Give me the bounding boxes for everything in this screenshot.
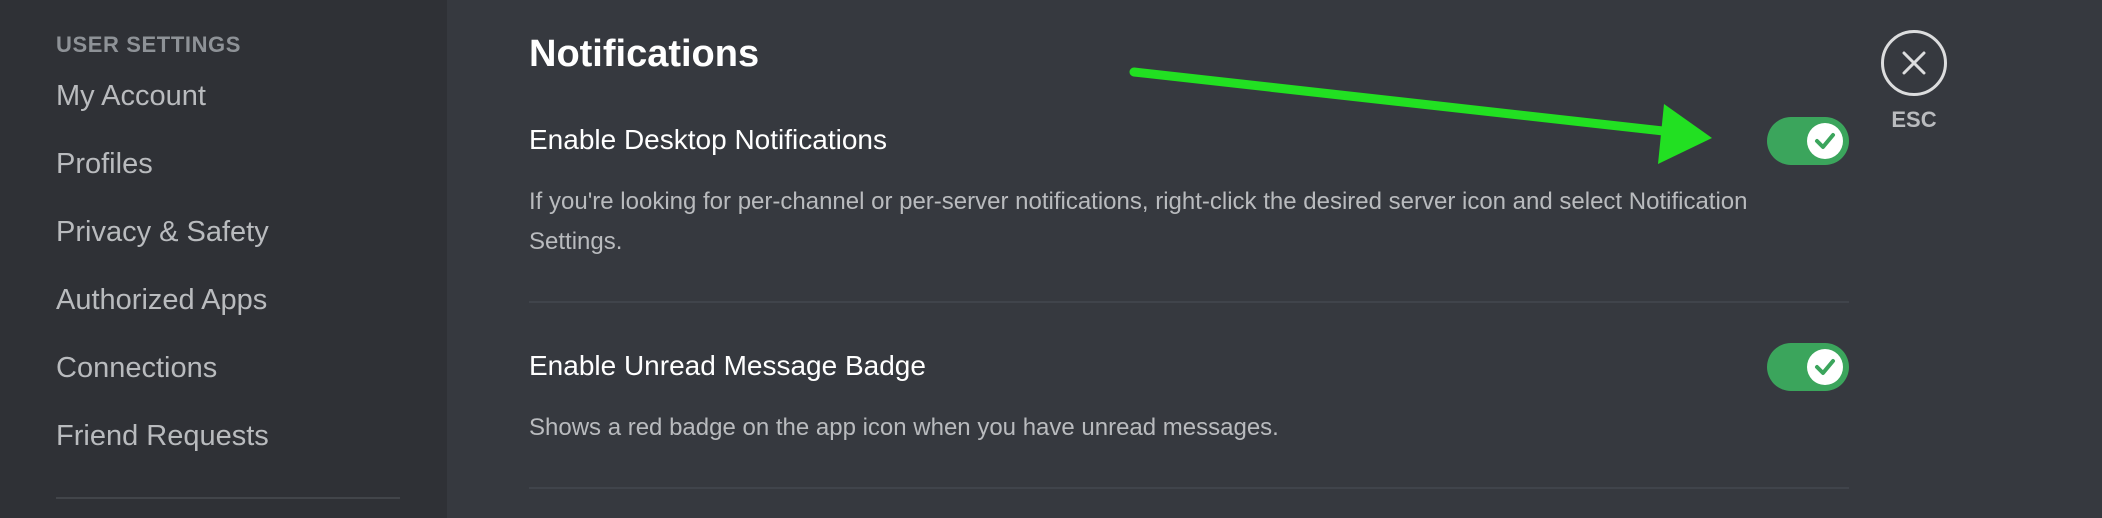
sidebar-divider — [56, 497, 400, 499]
desktop-notifications-description: If you're looking for per-channel or per… — [529, 188, 1748, 255]
setting-divider — [529, 487, 1849, 489]
sidebar-header: USER SETTINGS — [56, 32, 242, 57]
sidebar-item-authorized-apps[interactable]: Authorized Apps — [56, 278, 447, 346]
settings-content: Notifications Enable Desktop Notificatio… — [447, 0, 2102, 518]
esc-label: ESC — [1891, 107, 1937, 132]
unread-badge-description: Shows a red badge on the app icon when y… — [529, 414, 1279, 441]
sidebar-item-profiles[interactable]: Profiles — [56, 142, 447, 210]
sidebar-item-friend-requests[interactable]: Friend Requests — [56, 414, 447, 482]
checkmark-icon — [1815, 133, 1835, 149]
toggle-knob — [1807, 123, 1843, 159]
unread-badge-toggle[interactable] — [1767, 343, 1849, 391]
sidebar-item-privacy-safety[interactable]: Privacy & Safety — [56, 210, 447, 278]
close-control: ESC — [1869, 30, 1959, 134]
unread-badge-title: Enable Unread Message Badge — [529, 350, 926, 381]
settings-sidebar: USER SETTINGS My Account Profiles Privac… — [0, 0, 447, 518]
close-icon — [1902, 51, 1926, 75]
setting-divider — [529, 301, 1849, 303]
sidebar-item-my-account[interactable]: My Account — [56, 74, 447, 142]
settings-window: USER SETTINGS My Account Profiles Privac… — [0, 0, 2102, 518]
toggle-knob — [1807, 349, 1843, 385]
close-button[interactable] — [1881, 30, 1947, 96]
checkmark-icon — [1815, 359, 1835, 375]
desktop-notifications-title: Enable Desktop Notifications — [529, 124, 887, 155]
desktop-notifications-toggle[interactable] — [1767, 117, 1849, 165]
sidebar-item-connections[interactable]: Connections — [56, 346, 447, 414]
page-title: Notifications — [529, 33, 760, 75]
